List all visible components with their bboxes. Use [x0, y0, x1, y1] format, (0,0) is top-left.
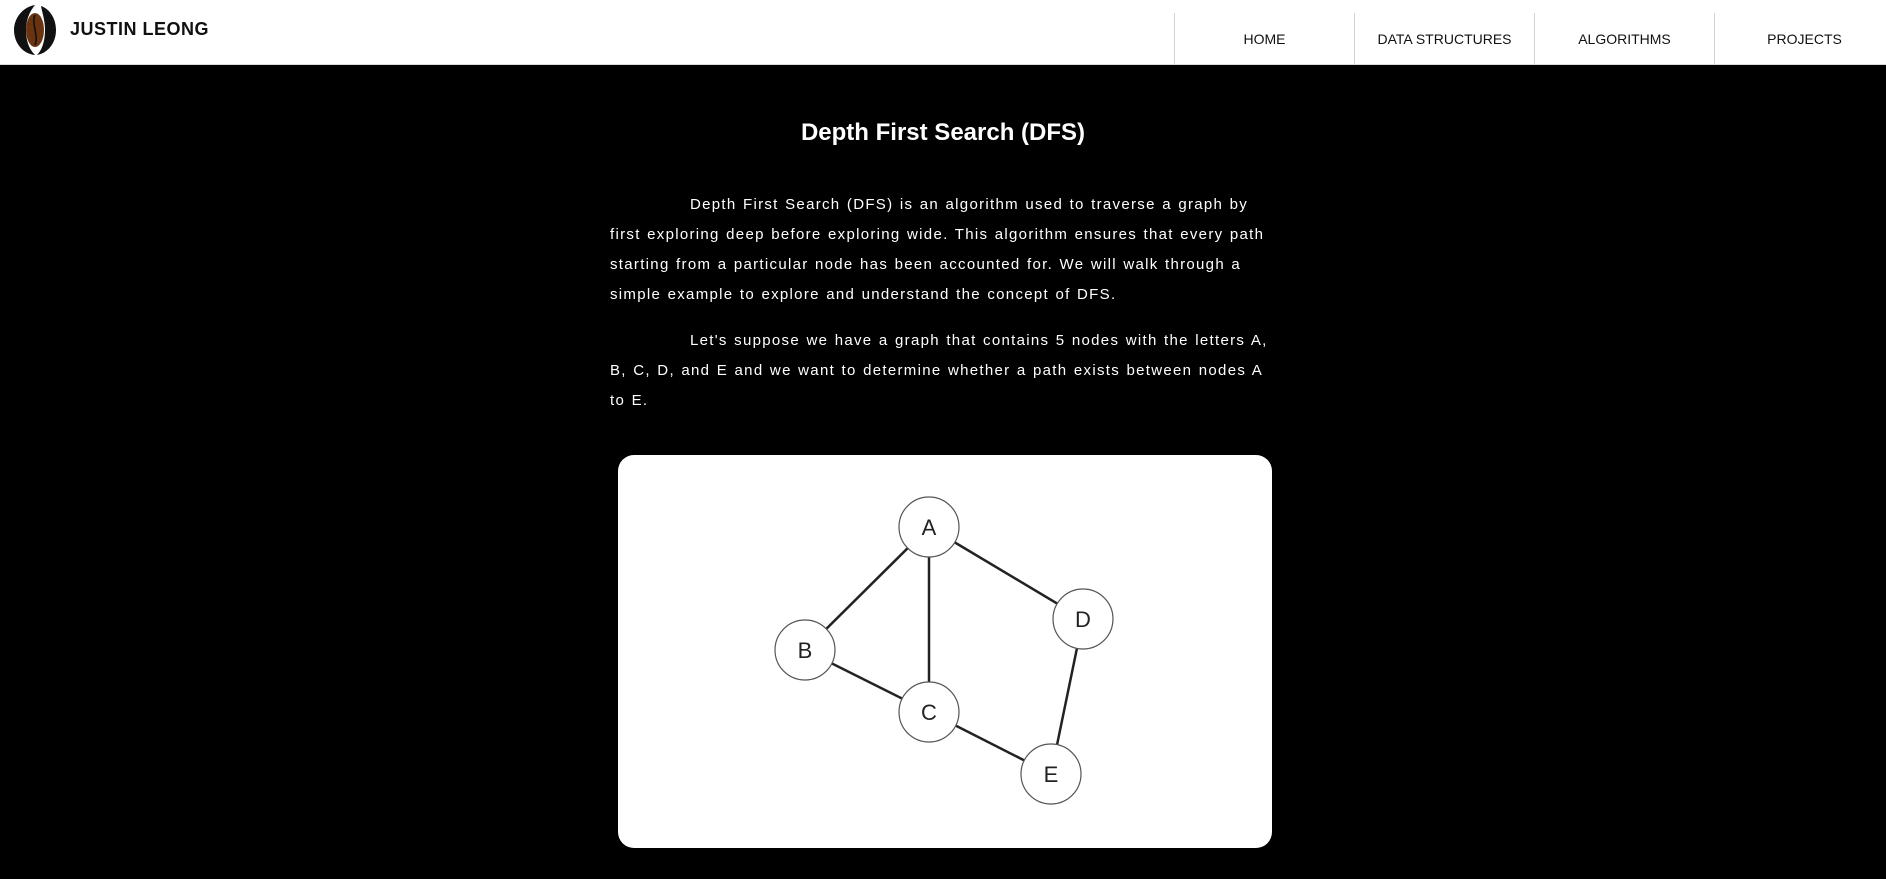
graph-node-e: E: [1020, 743, 1082, 805]
brand-name[interactable]: JUSTIN LEONG: [70, 19, 209, 40]
graph-node-d: D: [1052, 588, 1114, 650]
graph-node-label: C: [921, 700, 937, 725]
page-title: Depth First Search (DFS): [800, 119, 1086, 146]
graph-node-label: B: [798, 638, 813, 663]
intro-paragraph: Depth First Search (DFS) is an algorithm…: [610, 196, 1265, 303]
nav-data-structures[interactable]: DATA STRUCTURES: [1354, 13, 1534, 64]
graph-node-label: A: [922, 515, 937, 540]
nav-algorithms[interactable]: ALGORITHMS: [1534, 13, 1714, 64]
graph-node-b: B: [774, 619, 836, 681]
graph-node-c: C: [898, 681, 960, 743]
nav-projects[interactable]: PROJECTS: [1714, 13, 1886, 64]
graph-node-a: A: [898, 496, 960, 558]
example-paragraph: Let's suppose we have a graph that conta…: [610, 332, 1268, 409]
coffee-bean-logo[interactable]: [14, 3, 56, 57]
graph-canvas: A B C D E: [774, 496, 1114, 805]
top-navbar: JUSTIN LEONG HOME DATA STRUCTURES ALGORI…: [0, 0, 1886, 65]
graph-node-label: E: [1044, 762, 1059, 787]
main-nav: HOME DATA STRUCTURES ALGORITHMS PROJECTS: [1174, 13, 1886, 64]
graph-node-label: D: [1075, 607, 1091, 632]
nav-home[interactable]: HOME: [1174, 13, 1354, 64]
graph-diagram: A B C D E: [618, 455, 1272, 848]
